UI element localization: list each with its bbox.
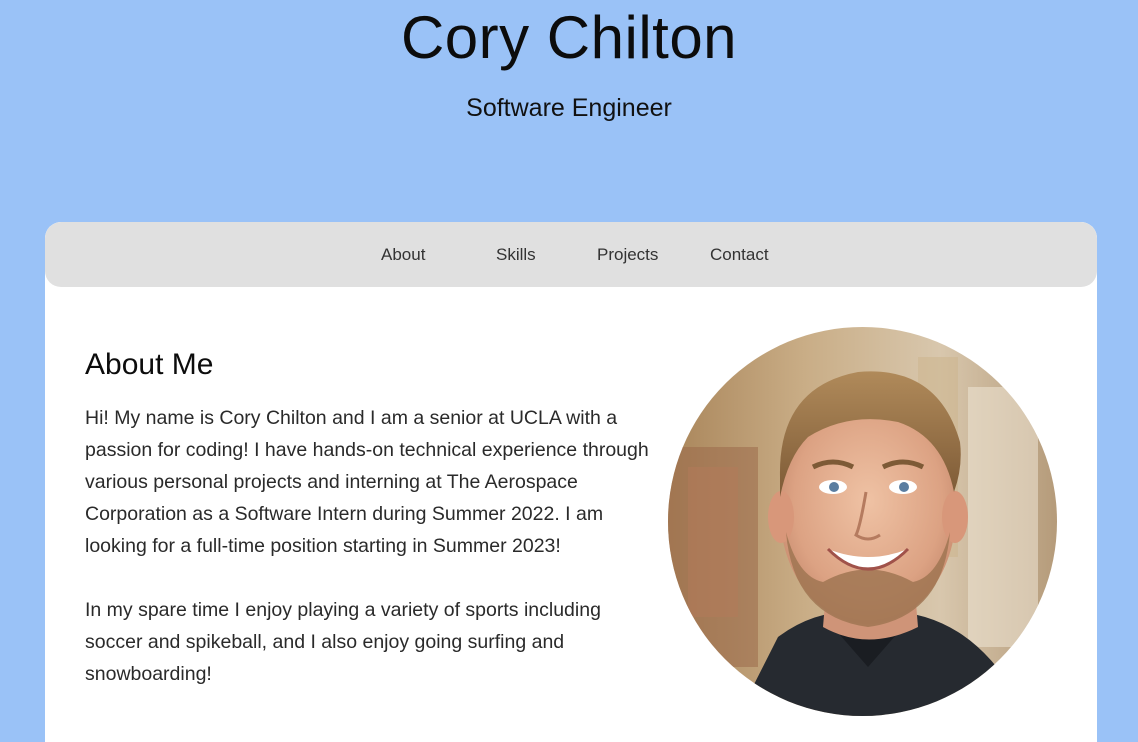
about-paragraph-hobbies: In my spare time I enjoy playing a varie…: [85, 599, 601, 685]
nav-link-about[interactable]: About: [381, 244, 425, 266]
profile-photo: [668, 327, 1057, 716]
nav-link-skills[interactable]: Skills: [496, 244, 536, 266]
content-card: About Skills Projects Contact About Me H…: [45, 222, 1097, 742]
portrait-illustration: [668, 327, 1057, 716]
about-paragraph-intro: Hi! My name is Cory Chilton and I am a s…: [85, 407, 649, 557]
nav-link-contact[interactable]: Contact: [710, 244, 769, 266]
about-heading: About Me: [85, 348, 214, 381]
job-subtitle: Software Engineer: [466, 94, 672, 122]
nav-bar: About Skills Projects Contact: [45, 222, 1097, 287]
page-title: Cory Chilton: [400, 4, 738, 71]
nav-link-projects[interactable]: Projects: [597, 244, 658, 266]
